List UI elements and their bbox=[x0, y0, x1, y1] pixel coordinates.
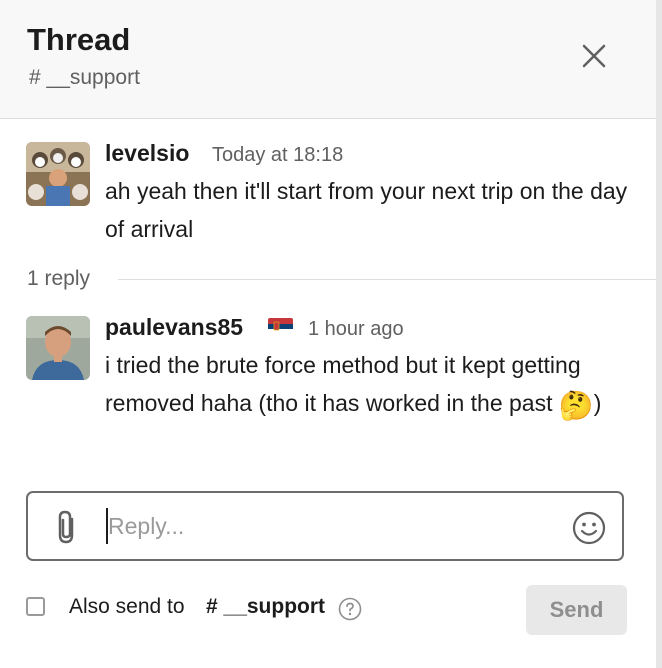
reply-count: 1 reply bbox=[27, 267, 91, 290]
smiley-icon bbox=[572, 511, 606, 545]
message-text-tail: ) bbox=[593, 390, 602, 416]
close-icon bbox=[582, 44, 606, 68]
message-text: ah yeah then it'll start from your next … bbox=[105, 178, 628, 242]
avatar[interactable] bbox=[26, 142, 90, 206]
paperclip-icon bbox=[58, 510, 74, 544]
message-timestamp[interactable]: 1 hour ago bbox=[308, 318, 404, 341]
message-author[interactable]: levelsio bbox=[105, 140, 189, 167]
help-button[interactable] bbox=[338, 597, 362, 621]
avatar[interactable] bbox=[26, 316, 90, 380]
thread-title: Thread bbox=[27, 22, 131, 57]
thread-header: Thread # __support bbox=[0, 0, 656, 119]
message-text: i tried the brute force method but it ke… bbox=[105, 346, 635, 425]
reply-composer bbox=[26, 491, 624, 561]
message-timestamp[interactable]: Today at 18:18 bbox=[212, 144, 343, 167]
also-send-channel[interactable]: # __support bbox=[206, 595, 325, 619]
message-author[interactable]: paulevans85 bbox=[105, 314, 243, 341]
emoji-button[interactable] bbox=[572, 511, 606, 545]
send-button[interactable]: Send bbox=[526, 585, 627, 635]
scrollbar[interactable] bbox=[656, 0, 662, 668]
serbia-flag-icon bbox=[268, 318, 293, 335]
avatar-image bbox=[26, 316, 90, 380]
attach-button[interactable] bbox=[50, 507, 82, 547]
reply-input[interactable] bbox=[108, 507, 538, 545]
close-button[interactable] bbox=[574, 36, 614, 76]
thinking-face-emoji[interactable]: 🤔 bbox=[559, 390, 594, 421]
also-send-label[interactable]: Also send to bbox=[69, 595, 185, 619]
message-text-body: i tried the brute force method but it ke… bbox=[105, 352, 581, 416]
reply-divider bbox=[118, 279, 656, 280]
thread-channel-link[interactable]: # __support bbox=[29, 66, 140, 90]
question-icon bbox=[338, 597, 362, 621]
also-send-checkbox[interactable] bbox=[26, 597, 45, 616]
avatar-image bbox=[26, 142, 90, 206]
